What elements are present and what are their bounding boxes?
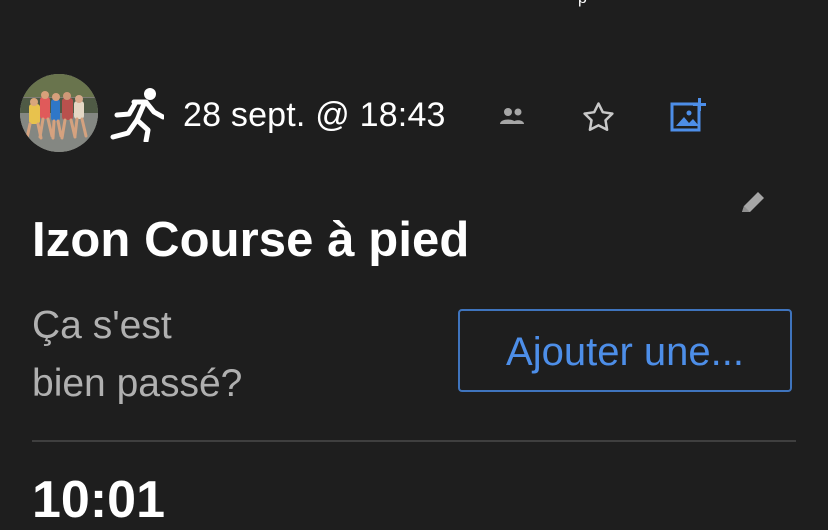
partial-stat-value: 10:01 (32, 471, 165, 529)
avatar[interactable] (20, 74, 98, 152)
avatar-running-photo-icon (20, 74, 98, 152)
pencil-icon[interactable] (736, 187, 769, 220)
activity-header: 28 sept. @ 18:43 (20, 74, 720, 154)
group-icon (500, 108, 524, 124)
add-photo-icon[interactable] (669, 97, 709, 133)
star-icon[interactable] (581, 100, 616, 135)
running-icon (110, 88, 164, 142)
divider (32, 440, 796, 442)
activity-title-row: Izon Course à pied (32, 178, 792, 267)
activity-date-time: 28 sept. @ 18:43 (183, 96, 446, 134)
activity-title: Izon Course à pied (32, 212, 470, 267)
feedback-prompt-line-1: Ça s'est (32, 304, 172, 347)
feedback-prompt-line-2: bien passé? (32, 362, 243, 405)
feedback-prompt: Ça s'est bien passé? (32, 297, 332, 413)
add-feedback-button[interactable]: Ajouter une... (458, 309, 792, 392)
